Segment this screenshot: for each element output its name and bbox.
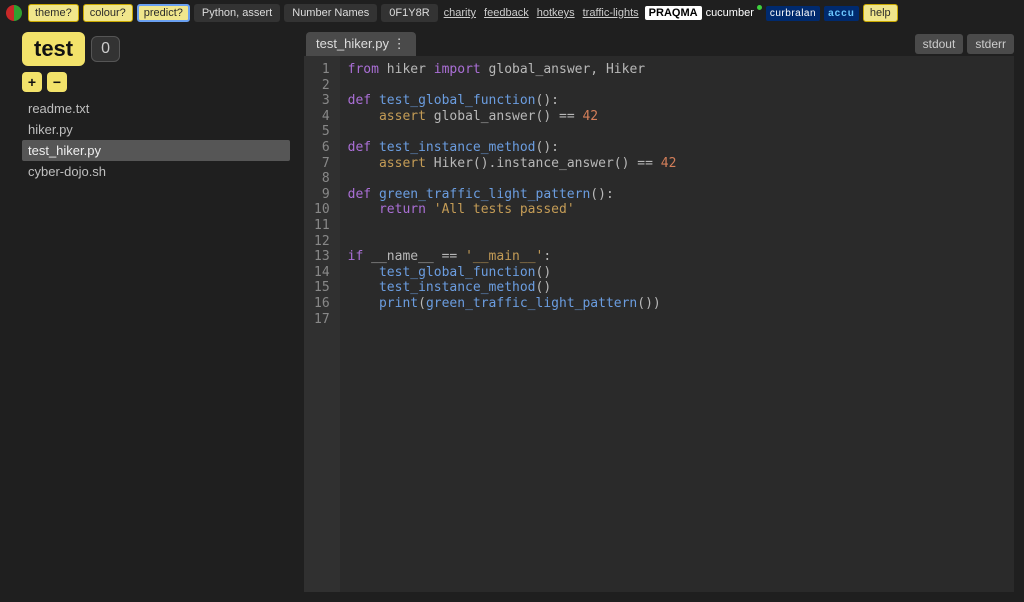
file-item[interactable]: cyber-dojo.sh — [22, 161, 290, 182]
traffic-lights-link[interactable]: traffic-lights — [581, 7, 641, 19]
logo-icon[interactable] — [6, 5, 22, 21]
cucumber-logo[interactable]: cucumber — [706, 7, 762, 19]
session-pill[interactable]: 0F1Y8R — [381, 4, 437, 22]
test-button[interactable]: test — [22, 32, 85, 66]
top-bar: theme? colour? predict? Python, assert N… — [0, 0, 1024, 26]
remove-file-button[interactable]: − — [47, 72, 67, 92]
main-area: test 0 + − readme.txthiker.pytest_hiker.… — [0, 26, 1024, 602]
charity-link[interactable]: charity — [442, 7, 478, 19]
predict-button[interactable]: predict? — [137, 4, 190, 22]
add-file-button[interactable]: + — [22, 72, 42, 92]
stderr-button[interactable]: stderr — [967, 34, 1014, 54]
language-pill[interactable]: Python, assert — [194, 4, 280, 22]
exercise-pill[interactable]: Number Names — [284, 4, 377, 22]
hotkeys-link[interactable]: hotkeys — [535, 7, 577, 19]
colour-button[interactable]: colour? — [83, 4, 133, 22]
editor-tab[interactable]: test_hiker.py ⋮ — [306, 32, 416, 56]
accu-logo[interactable]: accu — [824, 6, 859, 21]
test-counter: 0 — [91, 36, 120, 62]
file-item[interactable]: readme.txt — [22, 98, 290, 119]
code-content[interactable]: from hiker import global_answer, Hiker d… — [340, 56, 685, 592]
sidebar: test 0 + − readme.txthiker.pytest_hiker.… — [0, 26, 300, 602]
praqma-logo[interactable]: PRAQMA — [645, 6, 702, 20]
file-item[interactable]: hiker.py — [22, 119, 290, 140]
file-item[interactable]: test_hiker.py — [22, 140, 290, 161]
code-editor[interactable]: 1234567891011121314151617 from hiker imp… — [304, 56, 1014, 592]
curbralan-logo[interactable]: curbralan — [766, 6, 820, 21]
help-button[interactable]: help — [863, 4, 898, 22]
feedback-link[interactable]: feedback — [482, 7, 531, 19]
theme-button[interactable]: theme? — [28, 4, 79, 22]
stdout-button[interactable]: stdout — [915, 34, 964, 54]
file-list: readme.txthiker.pytest_hiker.pycyber-doj… — [22, 98, 290, 182]
line-gutter: 1234567891011121314151617 — [304, 56, 340, 592]
editor-area: test_hiker.py ⋮ stdout stderr 1234567891… — [300, 26, 1024, 602]
